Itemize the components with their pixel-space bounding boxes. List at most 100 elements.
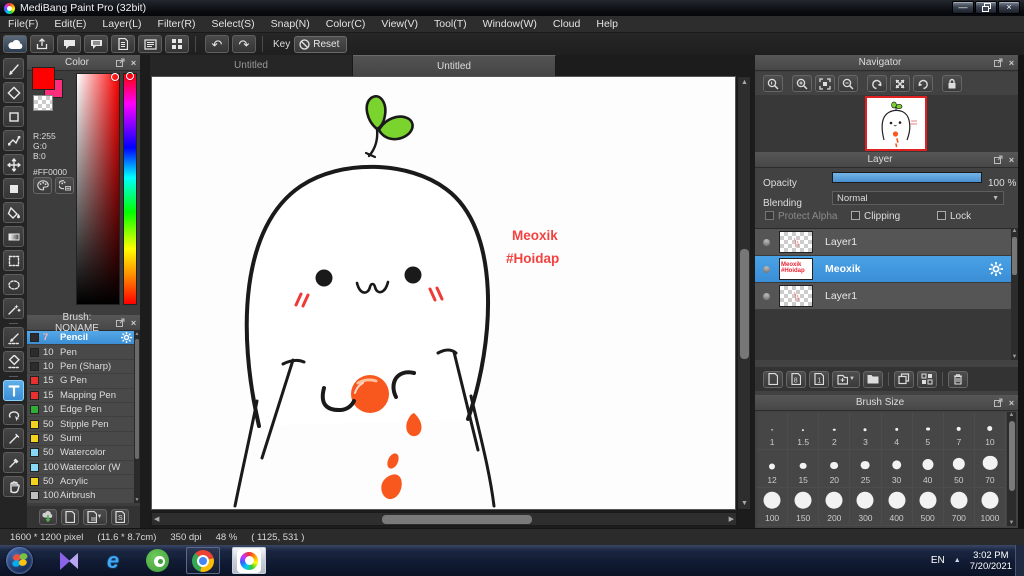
- close-icon[interactable]: ×: [127, 318, 140, 328]
- brush-size-scrollbar[interactable]: ▲ ▼: [1007, 412, 1016, 526]
- eyedropper-tool[interactable]: [3, 452, 24, 473]
- brush-size-1000[interactable]: 1000: [974, 488, 1006, 526]
- eraser-tool[interactable]: [3, 82, 24, 103]
- brush-size-300[interactable]: 300: [850, 488, 882, 526]
- brush-size-5[interactable]: 5: [912, 412, 944, 450]
- divide-tool[interactable]: [3, 428, 24, 449]
- palette-add-button[interactable]: [55, 177, 74, 194]
- layer-row-meoxik[interactable]: Meoxik #Hoidap Meoxik: [755, 256, 1011, 283]
- menu-edit[interactable]: Edit(E): [46, 16, 94, 32]
- brush-size-3[interactable]: 3: [850, 412, 882, 450]
- hue-cursor[interactable]: [126, 72, 134, 80]
- layer-row-layer1[interactable]: Layer1: [755, 229, 1011, 256]
- brush-item-stipple-pen[interactable]: 50 Stipple Pen: [27, 417, 134, 432]
- navigator-thumbnail[interactable]: [865, 96, 927, 151]
- close-icon[interactable]: ×: [1005, 58, 1018, 68]
- brush-item-pen-sharp-[interactable]: 10 Pen (Sharp): [27, 359, 134, 375]
- brush-cloud-download-button[interactable]: [38, 509, 57, 525]
- menu-help[interactable]: Help: [588, 16, 626, 32]
- layer-visibility-dot[interactable]: [763, 292, 770, 300]
- text-tool[interactable]: [3, 380, 24, 401]
- protect-alpha-checkbox[interactable]: Protect Alpha: [765, 211, 837, 222]
- brush-size-7[interactable]: 7: [943, 412, 975, 450]
- duplicate-layer-button[interactable]: [894, 370, 914, 388]
- close-icon[interactable]: ×: [1005, 398, 1018, 408]
- transparent-swatch[interactable]: [33, 95, 53, 111]
- canvas-hscrollbar[interactable]: ◀ ▶: [151, 512, 737, 526]
- taskbar-medibang-button[interactable]: [232, 547, 266, 574]
- popout-icon[interactable]: [992, 58, 1005, 67]
- taskbar-chrome-button[interactable]: [186, 547, 220, 574]
- brush-item-airbrush[interactable]: 100 Airbrush: [27, 489, 134, 503]
- brush-size-2[interactable]: 2: [819, 412, 851, 450]
- zoom-reset-button[interactable]: [763, 75, 783, 92]
- grid-button[interactable]: [165, 35, 189, 53]
- brush-size-1.5[interactable]: 1.5: [788, 412, 820, 450]
- cloud-button[interactable]: [3, 35, 27, 53]
- popout-icon[interactable]: [992, 398, 1005, 407]
- clipping-checkbox[interactable]: Clipping: [851, 211, 900, 222]
- brush-script-button[interactable]: S: [110, 509, 129, 525]
- new-layer-button[interactable]: [763, 370, 783, 388]
- brush-size-4[interactable]: 4: [881, 412, 913, 450]
- brush-size-70[interactable]: 70: [974, 450, 1006, 488]
- layer-visibility-dot[interactable]: [763, 265, 770, 273]
- new-1bit-layer-button[interactable]: 1: [809, 370, 829, 388]
- reset-button[interactable]: Reset: [294, 35, 348, 53]
- brush-size-200[interactable]: 200: [819, 488, 851, 526]
- brush-size-1[interactable]: 1: [757, 412, 789, 450]
- brush-item-edge-pen[interactable]: 10 Edge Pen: [27, 402, 134, 418]
- select-rect-tool[interactable]: [3, 250, 24, 271]
- menu-layer[interactable]: Layer(L): [94, 16, 149, 32]
- menu-snap[interactable]: Snap(N): [263, 16, 318, 32]
- menu-tool[interactable]: Tool(T): [426, 16, 475, 32]
- brush-size-12[interactable]: 12: [757, 450, 789, 488]
- restore-button[interactable]: [975, 1, 997, 14]
- start-button[interactable]: [6, 547, 33, 574]
- delete-layer-button[interactable]: [948, 370, 968, 388]
- tab-untitled-2[interactable]: Untitled: [353, 55, 556, 76]
- comment-list-button[interactable]: [84, 35, 108, 53]
- brush-item-pencil[interactable]: 7 Pencil: [27, 331, 134, 346]
- brush-item-sumi[interactable]: 50 Sumi: [27, 431, 134, 447]
- bucket-tool[interactable]: [3, 202, 24, 223]
- brush-item-acrylic[interactable]: 50 Acrylic: [27, 474, 134, 490]
- lock-button[interactable]: [942, 75, 962, 92]
- brush-add-button[interactable]: [60, 509, 79, 525]
- publish-button[interactable]: [30, 35, 54, 53]
- hand-tool[interactable]: [3, 476, 24, 497]
- canvas[interactable]: Meoxik #Hoidap: [151, 76, 736, 510]
- select-pen-tool[interactable]: [3, 327, 24, 348]
- brush-size-10[interactable]: 10: [974, 412, 1006, 450]
- pen-tool[interactable]: [3, 58, 24, 79]
- brush-size-100[interactable]: 100: [757, 488, 789, 526]
- sv-cursor[interactable]: [111, 73, 119, 81]
- menu-filter[interactable]: Filter(R): [150, 16, 204, 32]
- merge-layer-button[interactable]: [917, 370, 937, 388]
- magic-wand-tool[interactable]: [3, 298, 24, 319]
- close-icon[interactable]: ×: [1005, 155, 1018, 165]
- fill-rect-tool[interactable]: [3, 178, 24, 199]
- popout-icon[interactable]: [114, 58, 127, 67]
- brush-size-500[interactable]: 500: [912, 488, 944, 526]
- opacity-slider[interactable]: [832, 172, 982, 183]
- saturation-value-box[interactable]: [76, 73, 120, 305]
- taskbar-ie-icon[interactable]: e: [96, 547, 130, 574]
- menu-select[interactable]: Select(S): [203, 16, 262, 32]
- brush-size-25[interactable]: 25: [850, 450, 882, 488]
- close-icon[interactable]: ×: [127, 58, 140, 68]
- tab-untitled-1[interactable]: Untitled: [150, 55, 353, 76]
- polyline-tool[interactable]: [3, 130, 24, 151]
- shape-brush-tool[interactable]: [3, 106, 24, 127]
- gear-icon[interactable]: [989, 262, 1003, 276]
- undo-button[interactable]: ↶: [205, 35, 229, 53]
- brush-size-700[interactable]: 700: [943, 488, 975, 526]
- document-button[interactable]: [111, 35, 135, 53]
- fit-view-button[interactable]: [815, 75, 835, 92]
- folder-button[interactable]: [863, 370, 883, 388]
- lock-checkbox[interactable]: Lock: [937, 211, 971, 222]
- rotate-left-button[interactable]: [867, 75, 887, 92]
- operation-tool[interactable]: [3, 404, 24, 425]
- brush-size-400[interactable]: 400: [881, 488, 913, 526]
- menu-cloud[interactable]: Cloud: [545, 16, 588, 32]
